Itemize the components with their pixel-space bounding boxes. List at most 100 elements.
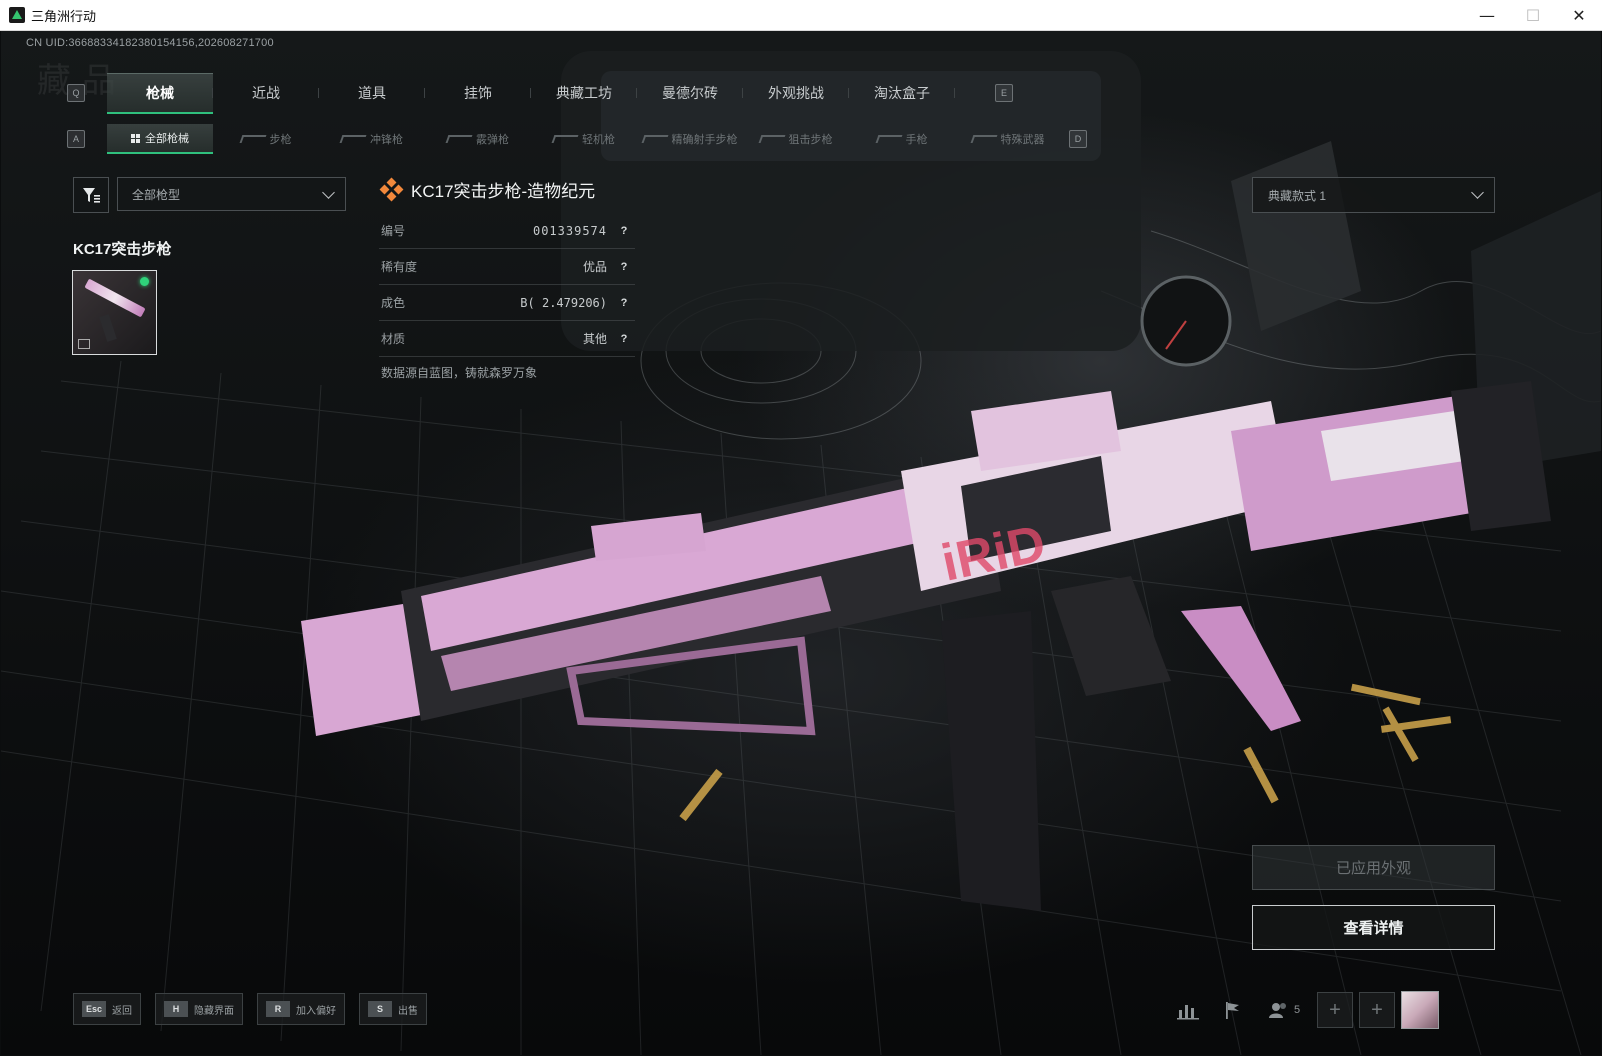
corner-badge-icon — [78, 339, 90, 349]
tab-firearms[interactable]: 枪械 — [107, 72, 213, 114]
skin-detail-header: KC17突击步枪-造物纪元 — [379, 177, 596, 202]
subtab-pistols[interactable]: 手枪 — [849, 125, 955, 153]
hint-label: 返回 — [112, 1005, 132, 1017]
attribute-row: 稀有度 优品 ? — [379, 249, 635, 285]
grid-icon — [131, 133, 140, 143]
subtab-prev-key-hint[interactable]: A — [67, 130, 85, 148]
chevron-down-icon — [322, 186, 335, 199]
skin-flavor-text: 数据源自蓝图，铸就森罗万象 — [381, 366, 538, 380]
minimize-button[interactable]: — — [1464, 0, 1510, 30]
sniper-icon — [758, 135, 785, 143]
subtab-label: 特殊武器 — [1000, 134, 1045, 146]
app-icon — [9, 7, 25, 23]
gun-type-value: 全部枪型 — [132, 187, 181, 202]
hint-label: 出售 — [398, 1005, 418, 1017]
tab-elimination-box[interactable]: 淘汰盒子 — [849, 74, 955, 112]
flag-icon — [1226, 1002, 1239, 1019]
flag-button[interactable] — [1213, 991, 1251, 1029]
friends-icon — [1268, 1003, 1286, 1018]
attribute-value: B( 2.479206) — [520, 295, 607, 310]
help-icon[interactable]: ? — [617, 260, 631, 274]
player-uid: CN UID:3668833418238015415​6,2026082717​… — [26, 37, 274, 49]
filter-button[interactable] — [73, 177, 109, 213]
weapon-group-title: KC17突击步枪 — [73, 241, 172, 258]
stats-icon — [1177, 1005, 1199, 1020]
help-icon[interactable]: ? — [617, 224, 631, 238]
filter-icon — [83, 188, 100, 203]
subtab-lmg[interactable]: 轻机枪 — [531, 125, 637, 153]
weapon-type-subtabs: A 全部枪械 步枪 冲锋枪 霰弹枪 轻机枪 精确射手步枪 狙击步枪 手枪 特殊武… — [67, 124, 1087, 154]
bottom-hint-bar: Esc 返回 H 隐藏界面 R 加入偏好 S 出售 — [73, 993, 427, 1025]
attribute-label: 稀有度 — [381, 260, 418, 274]
tab-prev-key-hint[interactable]: Q — [67, 84, 85, 102]
collection-style-dropdown[interactable]: 典藏款式 1 — [1252, 177, 1495, 213]
key-cap: R — [266, 1001, 290, 1017]
tab-melee[interactable]: 近战 — [213, 74, 319, 112]
subtab-label: 冲锋枪 — [370, 134, 403, 146]
smg-icon — [339, 135, 367, 143]
weapon-thumbnail-image — [84, 278, 146, 318]
tab-collection-workshop[interactable]: 典藏工坊 — [531, 74, 637, 112]
view-details-button[interactable]: 查看详情 — [1252, 905, 1495, 950]
player-avatar[interactable] — [1401, 991, 1439, 1029]
stats-button[interactable] — [1169, 991, 1207, 1029]
invite-slot-button[interactable]: + — [1359, 992, 1395, 1028]
skin-title: KC17突击步枪-造物纪元 — [411, 182, 596, 201]
subtab-sniper[interactable]: 狙击步枪 — [743, 125, 849, 153]
help-icon[interactable]: ? — [617, 332, 631, 346]
subtab-shotguns[interactable]: 霰弹枪 — [425, 125, 531, 153]
friends-count: 5 — [1293, 1004, 1301, 1016]
weapon-skin-thumbnail[interactable] — [72, 270, 157, 355]
attribute-value: 其他 — [582, 332, 607, 346]
social-bar: 5 + + — [1169, 991, 1439, 1029]
gun-type-dropdown[interactable]: 全部枪型 — [117, 177, 346, 211]
hide-ui-hint[interactable]: H 隐藏界面 — [155, 993, 243, 1025]
skin-attributes: 编号 001339574 ? 稀有度 优品 ? 成色 B( 2.479206) … — [379, 213, 635, 357]
applied-appearance-button[interactable]: 已应用外观 — [1252, 845, 1495, 890]
tab-next-key-hint[interactable]: E — [995, 84, 1013, 102]
shotgun-icon — [445, 135, 473, 143]
subtab-all-firearms[interactable]: 全部枪械 — [107, 124, 213, 154]
subtab-next-key-hint[interactable]: D — [1069, 130, 1087, 148]
tab-items[interactable]: 道具 — [319, 74, 425, 112]
window-titlebar: 三角洲行动 — ☐ ✕ — [0, 0, 1602, 31]
subtab-rifles[interactable]: 步枪 — [213, 125, 319, 153]
close-button[interactable]: ✕ — [1556, 0, 1602, 30]
key-cap: Esc — [82, 1001, 106, 1017]
subtab-label: 精确射手步枪 — [671, 134, 738, 146]
pistol-icon — [875, 135, 902, 143]
subtab-label: 轻机枪 — [582, 134, 615, 146]
rifle-icon — [239, 135, 266, 143]
attribute-label: 编号 — [381, 224, 406, 238]
maximize-button[interactable]: ☐ — [1510, 0, 1556, 30]
tab-charms[interactable]: 挂饰 — [425, 74, 531, 112]
dmr-icon — [641, 135, 668, 143]
subtab-special[interactable]: 特殊武器 — [955, 125, 1061, 153]
add-favorite-hint[interactable]: R 加入偏好 — [257, 993, 345, 1025]
subtab-smg[interactable]: 冲锋枪 — [319, 125, 425, 153]
sell-hint[interactable]: S 出售 — [359, 993, 427, 1025]
tab-mandel-brick[interactable]: 曼德尔砖 — [637, 74, 743, 112]
rarity-diamond-icon — [379, 177, 404, 201]
attribute-value: 优品 — [582, 260, 607, 274]
attribute-label: 材质 — [381, 332, 406, 346]
invite-slot-button[interactable]: + — [1317, 992, 1353, 1028]
subtab-dmr[interactable]: 精确射手步枪 — [637, 125, 743, 153]
window-title: 三角洲行动 — [31, 8, 97, 24]
key-cap: S — [368, 1001, 392, 1017]
equipped-indicator — [140, 277, 149, 286]
game-viewport: iRiD 藏 品 CN UID:3668833418238015415​6,20… — [1, 31, 1601, 1055]
attribute-row: 材质 其他 ? — [379, 321, 635, 357]
tab-appearance-challenge[interactable]: 外观挑战 — [743, 74, 849, 112]
help-icon[interactable]: ? — [617, 296, 631, 310]
chevron-down-icon — [1471, 186, 1484, 199]
back-hint[interactable]: Esc 返回 — [73, 993, 141, 1025]
main-category-tabs: Q 枪械 近战 道具 挂饰 典藏工坊 曼德尔砖 外观挑战 淘汰盒子 E — [67, 72, 1013, 114]
collection-style-value: 典藏款式 1 — [1268, 188, 1327, 203]
subtab-label: 狙击步枪 — [788, 134, 833, 146]
lmg-icon — [551, 135, 579, 143]
friends-button[interactable]: 5 — [1257, 991, 1311, 1029]
weapon-thumbnail-magazine — [99, 314, 117, 342]
subtab-label: 霰弹枪 — [476, 134, 509, 146]
special-weapon-icon — [970, 135, 997, 143]
